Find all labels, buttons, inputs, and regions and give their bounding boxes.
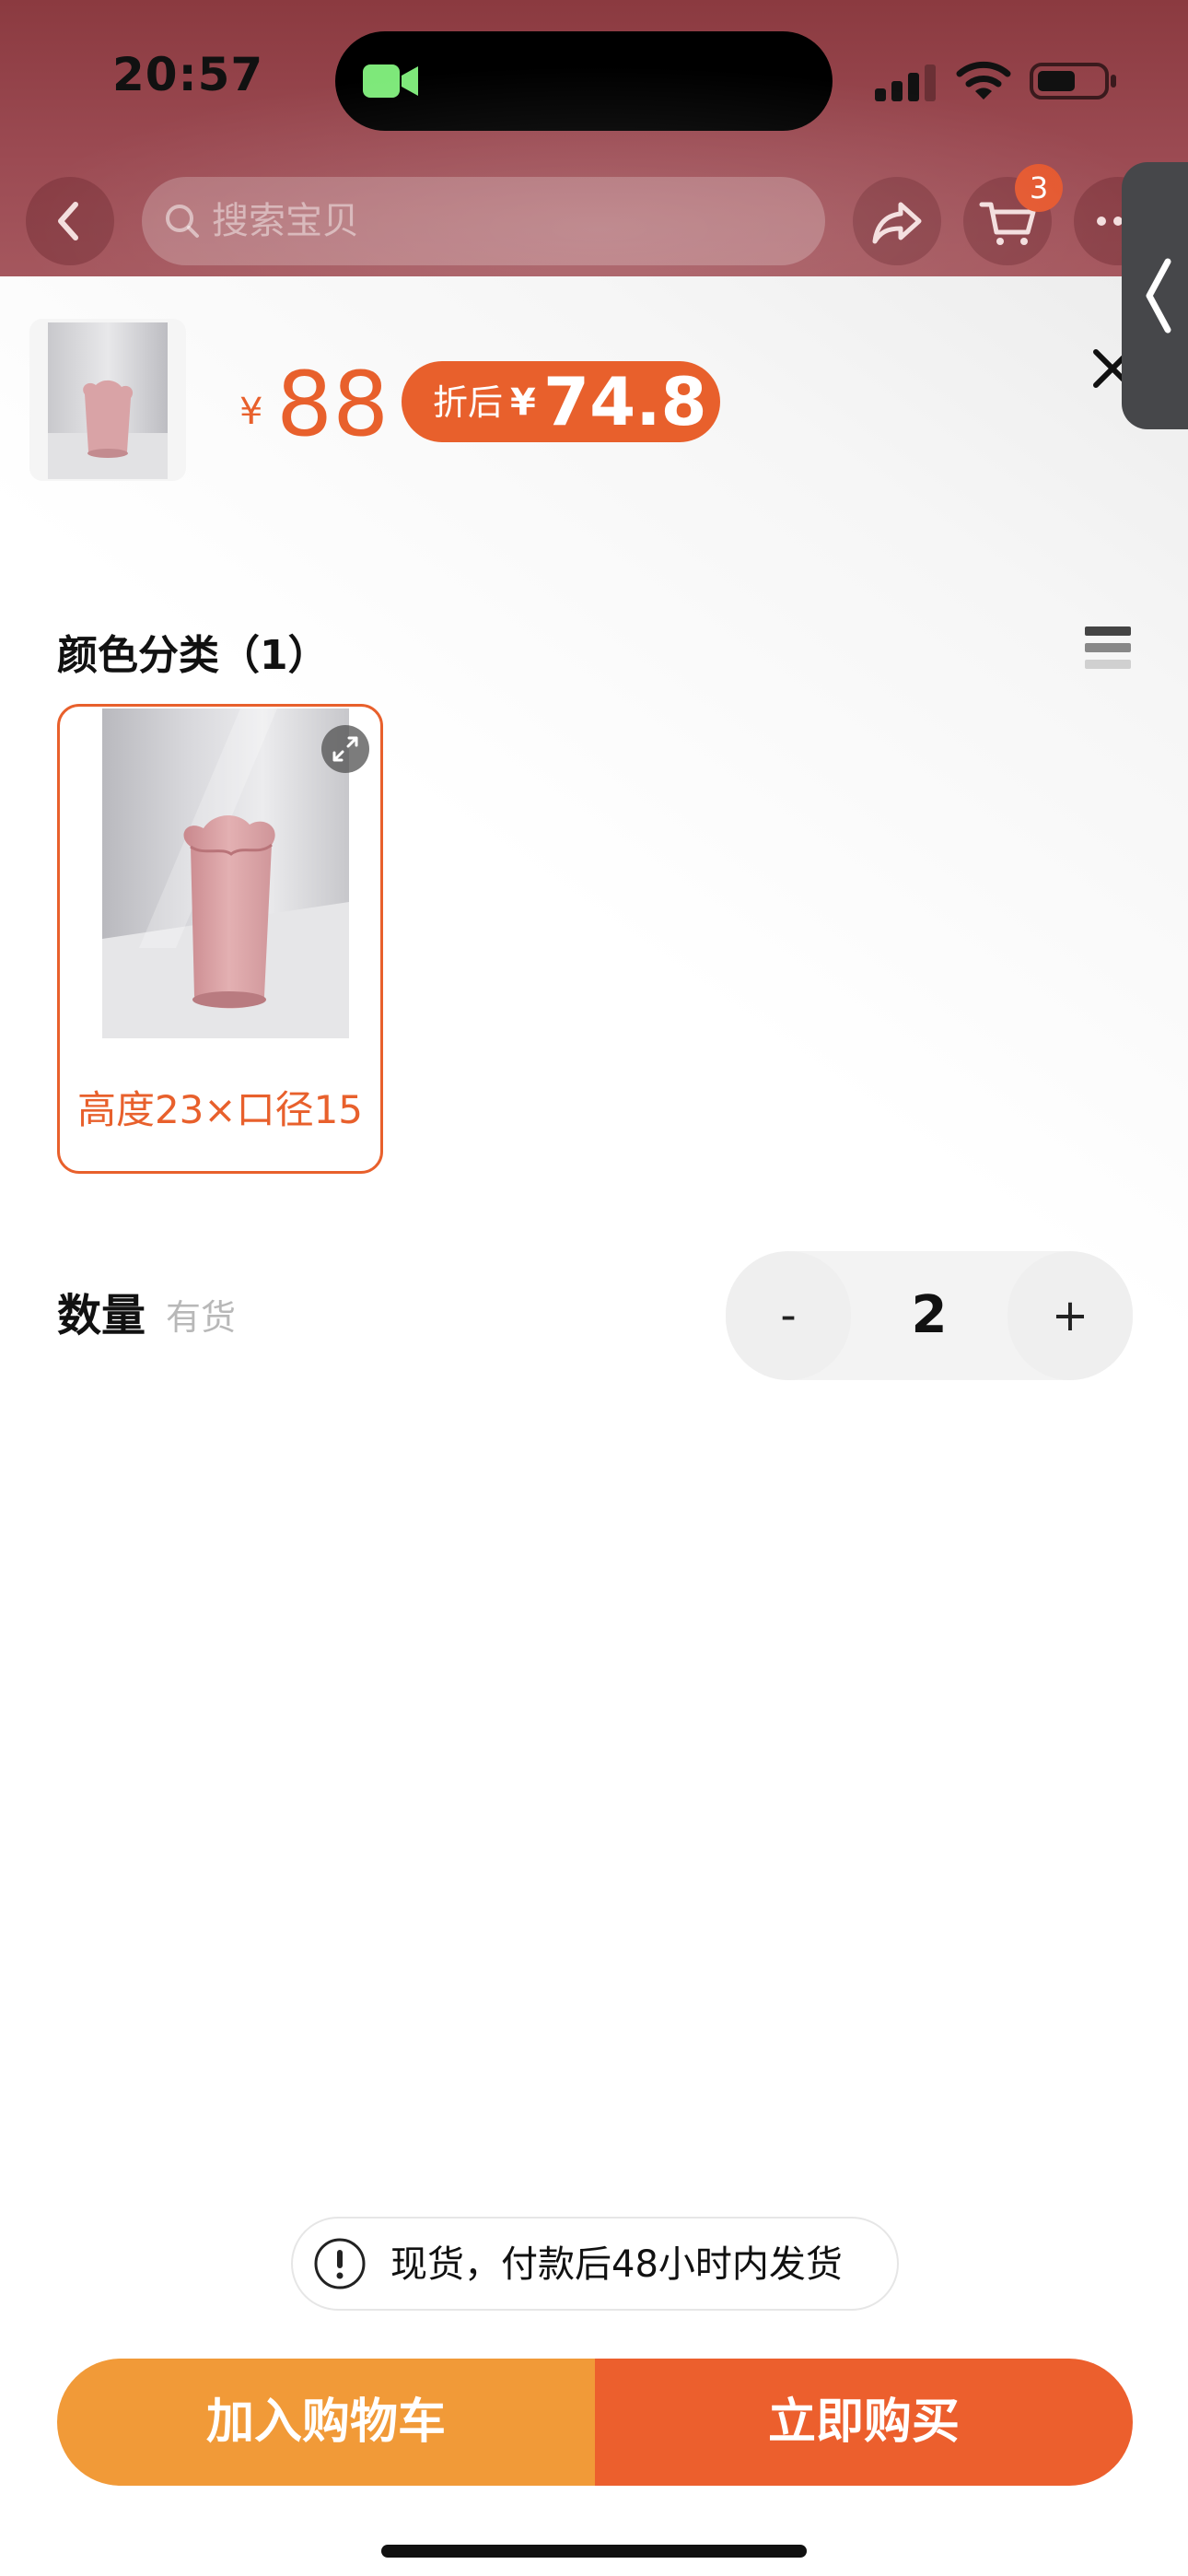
info-icon [314,2238,366,2289]
vase-option-image [102,708,349,1038]
battery-icon [1030,63,1116,100]
sku-section-title: 颜色分类（1） [57,632,329,679]
product-thumbnail[interactable] [29,319,186,481]
buy-now-button[interactable]: 立即购买 [595,2359,1133,2486]
stock-status: 有货 [166,1297,237,1338]
quantity-decrease-button[interactable]: - [726,1251,851,1380]
dynamic-island [335,31,833,131]
status-time: 20:57 [112,48,264,101]
cart-button[interactable] [963,177,1052,265]
search-bar[interactable]: 搜索宝贝 [142,177,825,265]
discount-price-badge: 折后 ¥ 74.8 [402,361,720,442]
shipping-notice-text: 现货，付款后48小时内发货 [390,2243,843,2286]
back-button[interactable] [26,177,114,265]
price-currency: ¥ [239,391,263,433]
chevron-left-icon [1146,258,1171,334]
shipping-notice: 现货，付款后48小时内发货 [291,2217,899,2311]
price-value: 88 [276,353,390,456]
quantity-increase-button[interactable]: + [1007,1251,1133,1380]
share-icon [872,202,922,244]
search-icon [166,205,199,238]
quantity-stepper: - 2 + [726,1251,1133,1380]
wifi-icon [956,61,1011,100]
add-to-cart-button[interactable]: 加入购物车 [57,2359,595,2486]
header-background: 20:57 搜索宝贝 3 [0,0,1188,276]
search-placeholder: 搜索宝贝 [212,200,359,242]
side-floating-tab[interactable] [1122,162,1188,429]
discount-currency: ¥ [510,381,536,424]
sku-sheet: ¥ 88 折后 ¥ 74.8 颜色分类（1） 高度23×口径15 数量 有货 -… [0,276,1188,2576]
camera-icon [363,64,418,98]
discount-price: 74.8 [543,363,707,440]
sku-option-label: 高度23×口径15 [76,1087,364,1132]
sku-option-card[interactable]: 高度23×口径15 [57,704,383,1174]
discount-label: 折后 [433,382,504,423]
vase-thumbnail-image [48,322,168,479]
share-button[interactable] [853,177,941,265]
quantity-value[interactable]: 2 [851,1251,1007,1380]
list-view-icon[interactable] [1083,621,1135,676]
back-icon [58,202,78,240]
cart-badge: 3 [1015,164,1063,212]
home-indicator [381,2545,807,2558]
signal-icon [875,64,936,101]
quantity-label: 数量 [57,1290,146,1341]
cart-icon [979,202,1036,245]
expand-icon[interactable] [321,725,369,773]
